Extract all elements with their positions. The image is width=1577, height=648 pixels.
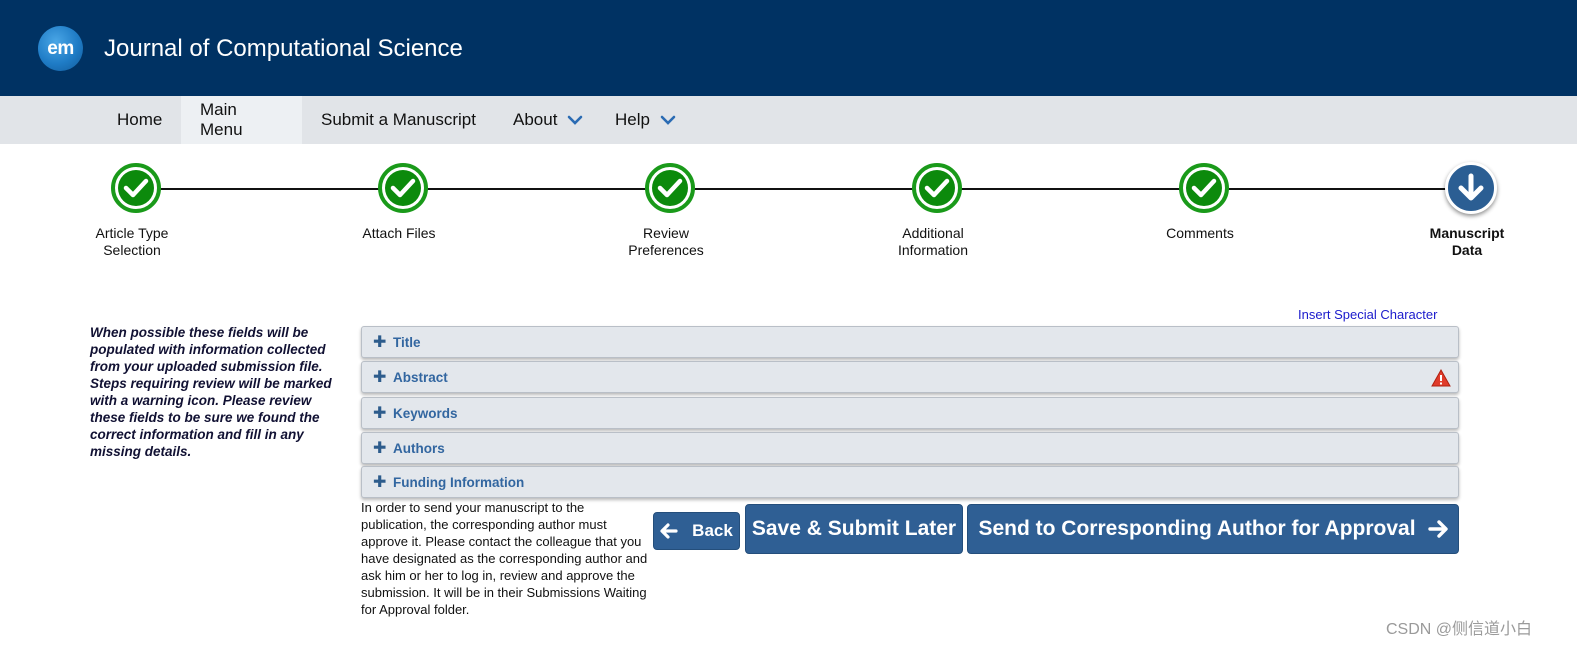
warning-icon (1431, 369, 1451, 387)
nav-home-label: Home (117, 110, 163, 129)
arrow-right-icon (1427, 520, 1448, 538)
nav-submit-label: Submit a Manuscript (321, 110, 476, 129)
section-authors[interactable]: ✚ Authors (361, 432, 1459, 464)
send-to-corresponding-author-button[interactable]: Send to Corresponding Author for Approva… (967, 504, 1459, 554)
step-label-line: Article Type (95, 225, 169, 241)
section-funding-information[interactable]: ✚ Funding Information (361, 466, 1459, 498)
main-nav: Home Main Menu Submit a Manuscript About… (0, 96, 1577, 144)
back-button[interactable]: Back (653, 512, 740, 550)
step-comments-check-icon[interactable] (1179, 163, 1229, 213)
section-keywords[interactable]: ✚ Keywords (361, 397, 1459, 429)
step-label-line: Comments (1166, 225, 1234, 241)
step-label-attach-files: Attach Files (319, 225, 479, 242)
step-additional-info-check-icon[interactable] (912, 163, 962, 213)
em-logo[interactable]: em (38, 26, 83, 71)
progress-line (136, 188, 1472, 190)
section-abstract[interactable]: ✚ Abstract (361, 361, 1459, 393)
chevron-down-icon (568, 115, 583, 125)
plus-icon: ✚ (373, 440, 387, 457)
chevron-down-icon (660, 115, 676, 125)
section-label: Keywords (393, 405, 458, 421)
nav-about[interactable]: About (494, 96, 602, 144)
save-button-label: Save & Submit Later (751, 517, 957, 540)
step-label-line: Attach Files (362, 225, 436, 241)
step-label-line: Selection (103, 242, 161, 258)
section-label: Funding Information (393, 474, 525, 490)
step-label-line: Manuscript (1429, 225, 1505, 241)
send-button-label: Send to Corresponding Author for Approva… (978, 517, 1416, 540)
section-title[interactable]: ✚ Title (361, 326, 1459, 358)
step-label-line: Data (1451, 242, 1483, 258)
arrow-left-icon (660, 523, 678, 539)
step-label-line: Preferences (628, 242, 704, 258)
save-submit-later-button[interactable]: Save & Submit Later (745, 504, 963, 554)
app-header: em Journal of Computational Science (0, 0, 1577, 96)
step-label-manuscript-data: Manuscript Data (1387, 225, 1547, 259)
instructions-text: When possible these fields will be popul… (90, 325, 332, 459)
nav-submit-manuscript[interactable]: Submit a Manuscript (302, 96, 495, 144)
section-label: Authors (393, 440, 445, 456)
nav-help[interactable]: Help (596, 96, 695, 144)
step-label-review-preferences: Review Preferences (586, 225, 746, 259)
step-review-preferences-check-icon[interactable] (645, 163, 695, 213)
nav-main-menu[interactable]: Main Menu (181, 96, 302, 144)
section-label: Title (393, 334, 421, 350)
csdn-watermark: CSDN @侧信道小白 (1386, 621, 1533, 638)
step-label-line: Information (897, 242, 969, 258)
nav-home[interactable]: Home (98, 96, 181, 144)
plus-icon: ✚ (373, 334, 387, 351)
plus-icon: ✚ (373, 369, 387, 386)
nav-main-menu-label: Main Menu (200, 100, 243, 139)
insert-special-character-link[interactable]: Insert Special Character (1298, 307, 1437, 322)
plus-icon: ✚ (373, 474, 387, 491)
nav-help-label: Help (615, 110, 650, 129)
plus-icon: ✚ (373, 405, 387, 422)
step-label-article-type: Article Type Selection (52, 225, 212, 259)
journal-title: Journal of Computational Science (104, 35, 463, 62)
step-label-additional-info: Additional Information (853, 225, 1013, 259)
approval-notice-text: In order to send your manuscript to the … (361, 500, 648, 617)
section-label: Abstract (393, 369, 448, 385)
step-label-line: Additional (902, 225, 964, 241)
step-label-comments: Comments (1120, 225, 1280, 242)
step-label-line: Review (643, 225, 689, 241)
step-manuscript-data-arrow-down-icon (1445, 162, 1497, 214)
step-article-type-check-icon[interactable] (111, 163, 161, 213)
nav-about-label: About (513, 110, 558, 129)
back-button-label: Back (692, 521, 733, 540)
step-attach-files-check-icon[interactable] (378, 163, 428, 213)
